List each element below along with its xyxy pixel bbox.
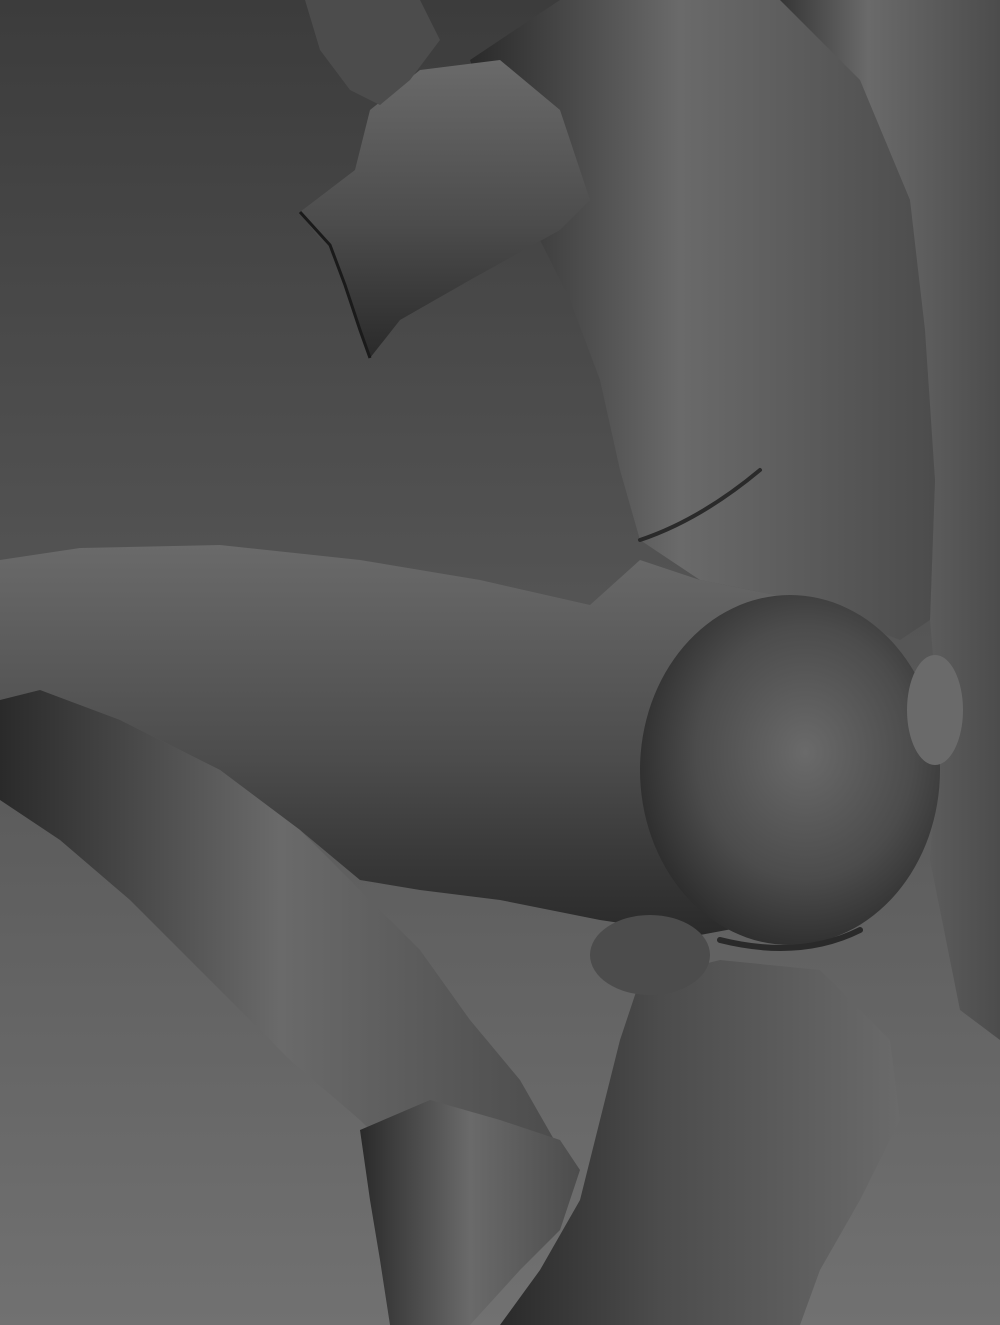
model-upper-arm-cut xyxy=(300,60,590,358)
model-glute-side xyxy=(907,655,963,765)
model-glute xyxy=(640,595,940,945)
sculpted-figure-model[interactable] xyxy=(0,0,1000,1325)
sculpt-viewport[interactable] xyxy=(0,0,1000,1325)
model-genital-mass xyxy=(590,915,710,995)
